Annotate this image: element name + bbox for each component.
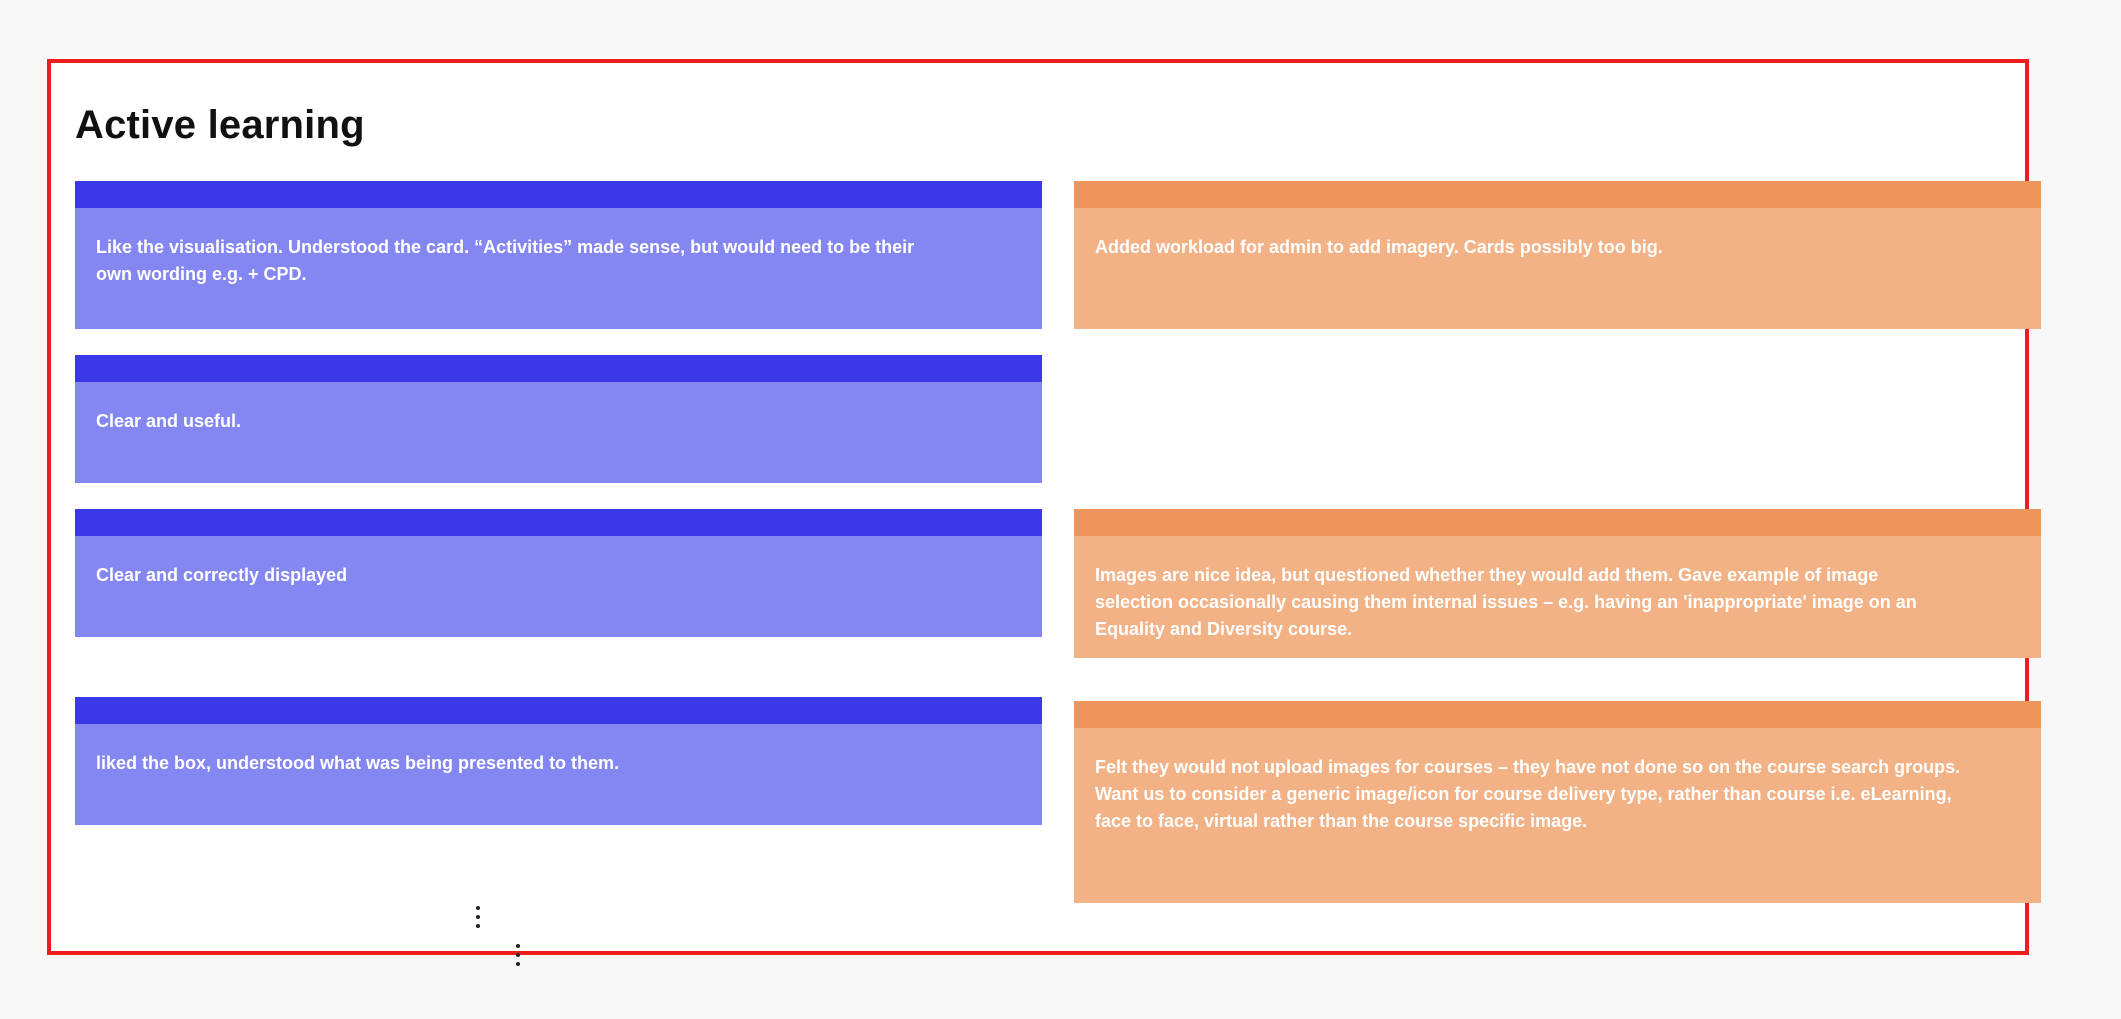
board-frame[interactable]: Active learning Like the visualisation. …	[47, 59, 2041, 955]
kebab-dot	[476, 915, 480, 919]
card-header	[1074, 509, 2041, 536]
kebab-dot	[476, 924, 480, 928]
kebab-vertical-icon[interactable]	[515, 944, 521, 966]
card-header	[75, 181, 1042, 208]
card-text: Felt they would not upload images for co…	[1095, 757, 1961, 831]
card-text: Images are nice idea, but questioned whe…	[1095, 565, 1917, 639]
kebab-dot	[516, 944, 520, 948]
card-header	[1074, 701, 2041, 728]
card-header	[1074, 181, 2041, 208]
kebab-dot	[476, 906, 480, 910]
sticky-card-blue-4[interactable]: liked the box, understood what was being…	[75, 697, 1042, 825]
sticky-card-orange-1[interactable]: Added workload for admin to add imagery.…	[1074, 181, 2041, 329]
card-text: liked the box, understood what was being…	[96, 753, 620, 773]
card-header	[75, 509, 1042, 536]
kebab-dot	[516, 962, 520, 966]
sticky-card-blue-2[interactable]: Clear and useful.	[75, 355, 1042, 483]
kebab-dot	[516, 953, 520, 957]
sticky-card-blue-3[interactable]: Clear and correctly displayed	[75, 509, 1042, 637]
card-text: Added workload for admin to add imagery.…	[1095, 237, 1663, 257]
card-text: Clear and useful.	[96, 411, 242, 431]
card-header	[75, 355, 1042, 382]
sticky-card-orange-3[interactable]: Felt they would not upload images for co…	[1074, 701, 2041, 903]
sticky-card-blue-1[interactable]: Like the visualisation. Understood the c…	[75, 181, 1042, 329]
kebab-vertical-icon[interactable]	[475, 906, 481, 928]
board-title: Active learning	[75, 103, 365, 147]
card-text: Clear and correctly displayed	[96, 565, 348, 585]
sticky-card-orange-2[interactable]: Images are nice idea, but questioned whe…	[1074, 509, 2041, 658]
card-header	[75, 697, 1042, 724]
card-text: Like the visualisation. Understood the c…	[96, 237, 915, 284]
